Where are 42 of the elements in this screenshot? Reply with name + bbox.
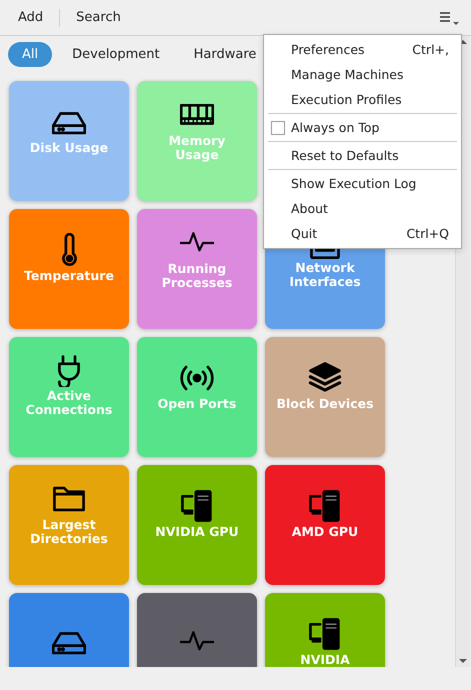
menu-item-label: Reset to Defaults — [291, 148, 399, 163]
tool-tile[interactable]: Running Processes — [137, 209, 257, 329]
tile-label: Block Devices — [276, 397, 374, 411]
menu-item-label: Preferences — [291, 42, 365, 57]
shortcut-label: Ctrl+, — [412, 42, 449, 57]
tile-label: Running Processes — [160, 262, 234, 290]
menu-item-label: Quit — [291, 226, 318, 241]
menu-item-label: Show Execution Log — [291, 176, 416, 191]
tile-label: Temperature — [24, 269, 114, 283]
thermometer-icon — [62, 233, 76, 267]
tile-label: AMD GPU — [292, 525, 358, 539]
tool-tile[interactable]: NVIDIA GPU — [137, 465, 257, 585]
menu-item[interactable]: Reset to Defaults — [264, 143, 461, 168]
tile-label: Memory Usage — [168, 134, 226, 162]
menu-item-label: Always on Top — [291, 120, 380, 135]
toolbar-button[interactable]: Search — [66, 6, 131, 29]
menu-icon — [439, 10, 459, 26]
menu-item-label: Execution Profiles — [291, 92, 402, 107]
filter-tab[interactable]: All — [8, 42, 52, 66]
shortcut-label: Ctrl+Q — [406, 226, 449, 241]
menu-item[interactable]: Always on Top — [264, 115, 461, 140]
computer-icon — [180, 489, 214, 523]
tile-label: Network Interfaces — [288, 261, 362, 289]
scroll-down-arrow-icon[interactable] — [459, 659, 467, 663]
toolbar-button[interactable]: Add — [8, 6, 54, 29]
computer-icon — [308, 489, 342, 523]
tool-tile[interactable]: Temperature — [9, 209, 129, 329]
tile-label: NVIDIA GPU — [155, 525, 239, 539]
computer-icon — [308, 617, 342, 651]
menu-item[interactable]: Show Execution Log — [264, 171, 461, 196]
tool-tile[interactable]: NVIDIA — [265, 593, 385, 667]
menu-item-label: Manage Machines — [291, 67, 404, 82]
menu-item[interactable]: Execution Profiles — [264, 87, 461, 112]
tool-tile[interactable]: AMD GPU — [265, 465, 385, 585]
filter-tab[interactable]: Development — [58, 42, 174, 66]
tile-label: Active Connections — [24, 389, 114, 417]
checkbox[interactable] — [271, 120, 285, 134]
tile-label: Open Ports — [158, 397, 236, 411]
tile-label: Largest Directories — [29, 518, 109, 546]
tile-label: NVIDIA — [300, 653, 350, 667]
tile-label: Disk Usage — [30, 141, 108, 155]
plug-icon — [57, 355, 81, 387]
